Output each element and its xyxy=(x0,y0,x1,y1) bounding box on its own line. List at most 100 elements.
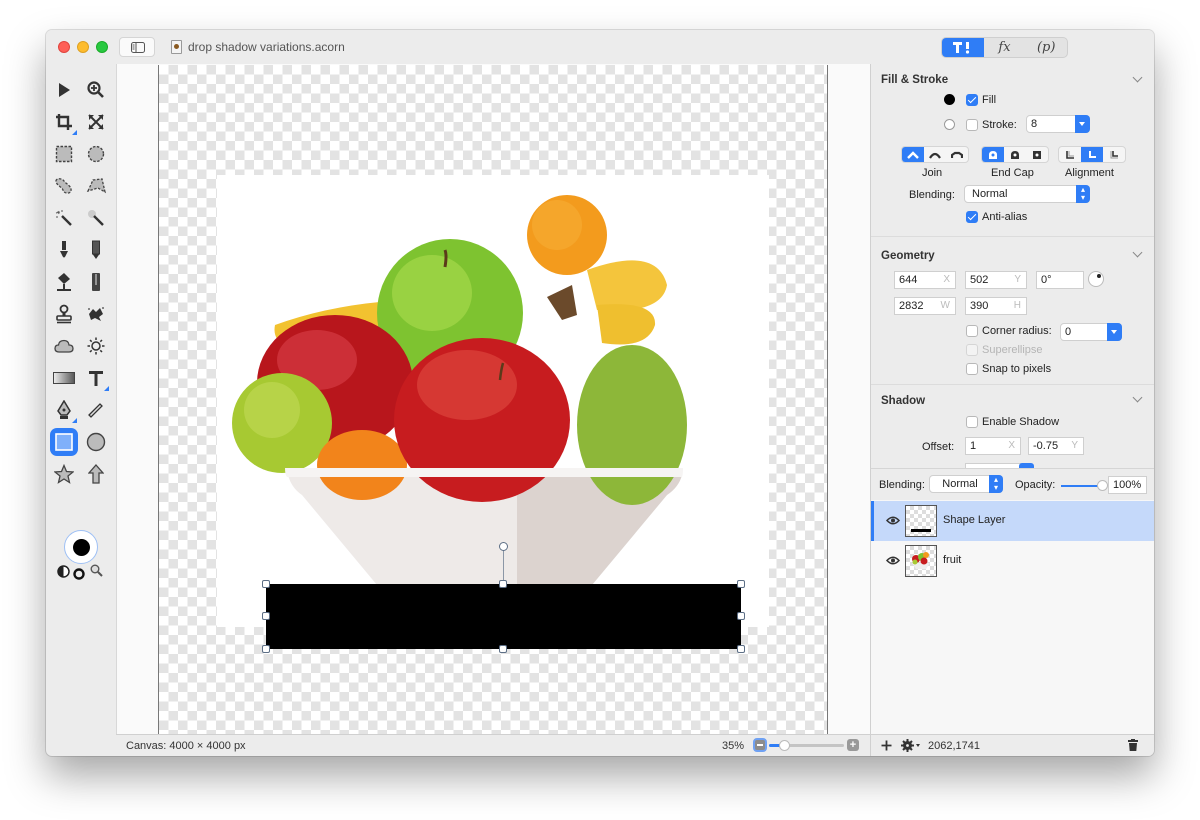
width-field[interactable]: 2832 W xyxy=(894,297,956,315)
join-bevel-button[interactable] xyxy=(946,147,968,162)
stroke-width-dropdown[interactable] xyxy=(1075,115,1090,133)
opacity-slider-knob[interactable] xyxy=(1097,480,1108,491)
blending-select[interactable]: Normal ▴ ▾ xyxy=(964,185,1090,203)
star-tool[interactable] xyxy=(50,460,78,488)
clone-stamp-tool[interactable] xyxy=(50,300,78,328)
corner-radius-dropdown[interactable] xyxy=(1107,323,1122,341)
angle-dial[interactable] xyxy=(1088,271,1104,287)
add-layer-icon[interactable] xyxy=(881,740,892,751)
endcap-square-button[interactable] xyxy=(1026,147,1048,162)
rect-marquee-tool[interactable] xyxy=(50,140,78,168)
swap-colors-icon[interactable] xyxy=(57,565,70,578)
close-button[interactable] xyxy=(58,41,70,53)
snap-to-pixels-checkbox[interactable] xyxy=(966,363,978,375)
endcap-butt-button[interactable] xyxy=(982,147,1004,162)
gear-icon[interactable] xyxy=(901,739,921,752)
canvas-document[interactable] xyxy=(158,65,828,734)
brush-tool[interactable] xyxy=(50,236,78,264)
stroke-width-field[interactable]: 8 xyxy=(1026,115,1090,133)
angle-field[interactable]: 0° xyxy=(1036,271,1084,289)
join-miter-button[interactable] xyxy=(902,147,924,162)
app-window: drop shadow variations.acorn fx (p) Canv… xyxy=(46,30,1154,756)
join-round-button[interactable] xyxy=(924,147,946,162)
height-field[interactable]: 390 H xyxy=(965,297,1027,315)
line-tool[interactable] xyxy=(82,396,110,424)
corner-radius-field[interactable]: 0 xyxy=(1060,323,1122,341)
stroke-checkbox[interactable] xyxy=(966,119,978,131)
zoom-window-button[interactable] xyxy=(96,41,108,53)
transform-tool[interactable] xyxy=(82,108,110,136)
tab-fx[interactable]: fx xyxy=(984,38,1026,57)
tab-plugins[interactable]: (p) xyxy=(1025,38,1067,57)
zoom-slider[interactable] xyxy=(769,740,844,751)
fill-checkbox[interactable] xyxy=(966,94,978,106)
zoom-slider-knob[interactable] xyxy=(779,740,790,751)
paint-bucket-tool[interactable] xyxy=(50,268,78,296)
opacity-field[interactable]: 100% xyxy=(1108,476,1147,494)
burn-tool[interactable] xyxy=(82,332,110,360)
color-wand-tool[interactable] xyxy=(82,204,110,232)
resize-handle-top-right[interactable] xyxy=(737,580,745,588)
antialias-checkbox[interactable] xyxy=(966,211,978,223)
polygon-lasso-tool[interactable] xyxy=(82,172,110,200)
opacity-slider[interactable] xyxy=(1061,485,1101,487)
resize-handle-bottom-left[interactable] xyxy=(262,645,270,653)
chevron-down-icon[interactable] xyxy=(1132,392,1143,403)
smudge-tool[interactable] xyxy=(82,300,110,328)
resize-handle-right[interactable] xyxy=(737,612,745,620)
align-inside-button[interactable] xyxy=(1059,147,1081,162)
color-picker-icon[interactable] xyxy=(90,564,103,577)
endcap-round-button[interactable] xyxy=(1004,147,1026,162)
resize-handle-bottom-right[interactable] xyxy=(737,645,745,653)
enable-shadow-checkbox[interactable] xyxy=(966,416,978,428)
align-outside-button[interactable] xyxy=(1103,147,1125,162)
default-colors-icon[interactable] xyxy=(73,568,85,580)
resize-handle-left[interactable] xyxy=(262,612,270,620)
gradient-tool[interactable] xyxy=(50,364,78,392)
resize-handle-bottom[interactable] xyxy=(499,645,507,653)
magic-wand-tool[interactable] xyxy=(50,204,78,232)
layer-row[interactable]: Shape Layer xyxy=(871,501,1154,541)
minimize-button[interactable] xyxy=(77,41,89,53)
bezier-pen-tool[interactable] xyxy=(50,396,78,424)
cloud-shape-tool[interactable] xyxy=(50,332,78,360)
rectangle-tool[interactable] xyxy=(50,428,78,456)
layer-row[interactable]: fruit xyxy=(871,541,1154,581)
rotation-handle[interactable] xyxy=(499,542,508,551)
text-tool[interactable] xyxy=(82,364,110,392)
corner-radius-checkbox[interactable] xyxy=(966,325,978,337)
gradient-bucket-tool[interactable] xyxy=(82,268,110,296)
chevron-down-icon[interactable] xyxy=(1132,72,1143,83)
eye-icon[interactable] xyxy=(886,556,900,565)
y-field[interactable]: 502 Y xyxy=(965,271,1027,289)
offset-y-field[interactable]: -0.75 Y xyxy=(1028,437,1084,455)
x-field[interactable]: 644 X xyxy=(894,271,956,289)
zoom-tool[interactable] xyxy=(82,76,110,104)
arrow-shape-tool[interactable] xyxy=(82,460,110,488)
resize-handle-top-left[interactable] xyxy=(262,580,270,588)
crop-tool[interactable] xyxy=(50,108,78,136)
color-well[interactable] xyxy=(64,530,98,564)
oval-tool[interactable] xyxy=(82,428,110,456)
ellipse-marquee-tool[interactable] xyxy=(82,140,110,168)
sidebar-toggle-button[interactable] xyxy=(119,37,155,57)
eye-icon[interactable] xyxy=(886,516,900,525)
zoom-out-button[interactable] xyxy=(753,738,767,752)
trash-icon[interactable] xyxy=(1128,739,1138,751)
chevron-down-icon[interactable] xyxy=(1132,247,1143,258)
shape-layer-rectangle[interactable] xyxy=(266,584,741,649)
stroke-width-value: 8 xyxy=(1031,118,1038,130)
resize-handle-top[interactable] xyxy=(499,580,507,588)
fill-color-swatch[interactable] xyxy=(944,94,955,105)
layer-blending-select[interactable]: Normal ▴ ▾ xyxy=(929,475,1003,493)
pencil-tool[interactable] xyxy=(82,236,110,264)
tab-tools[interactable] xyxy=(942,38,984,57)
lasso-tool[interactable] xyxy=(50,172,78,200)
updown-icon: ▴ ▾ xyxy=(1076,185,1090,203)
zoom-in-button[interactable]: + xyxy=(847,739,859,751)
align-center-button[interactable] xyxy=(1081,147,1103,162)
select-tool[interactable] xyxy=(50,76,78,104)
stroke-color-swatch[interactable] xyxy=(944,119,955,130)
offset-x-field[interactable]: 1X xyxy=(965,437,1021,455)
canvas-area[interactable] xyxy=(116,64,870,734)
